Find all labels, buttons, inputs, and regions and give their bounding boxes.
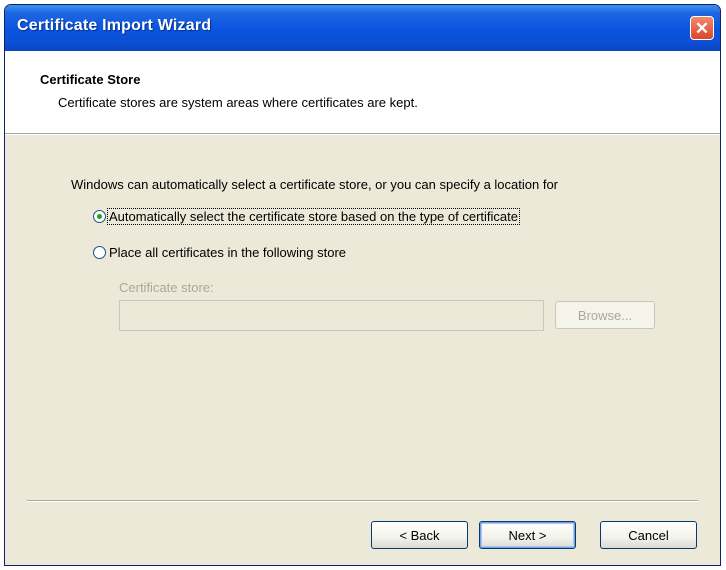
wizard-header: Certificate Store Certificate stores are… <box>5 51 720 133</box>
browse-button: Browse... <box>555 301 655 329</box>
place-in-store-option[interactable]: Place all certificates in the following … <box>93 245 347 260</box>
auto-select-radio[interactable] <box>93 210 106 223</box>
header-separator <box>5 133 720 135</box>
close-icon[interactable]: ✕ <box>690 16 714 40</box>
next-button[interactable]: Next > <box>479 521 576 549</box>
back-button[interactable]: < Back <box>371 521 468 549</box>
header-title: Certificate Store <box>40 72 141 87</box>
cancel-button[interactable]: Cancel <box>600 521 697 549</box>
footer-separator <box>27 500 698 502</box>
certificate-store-label: Certificate store: <box>119 280 214 295</box>
certificate-import-wizard-dialog: Certificate Import Wizard ✕ Certificate … <box>4 4 721 566</box>
place-in-store-label[interactable]: Place all certificates in the following … <box>108 245 347 260</box>
auto-select-label[interactable]: Automatically select the certificate sto… <box>107 208 520 225</box>
window-title: Certificate Import Wizard <box>17 17 212 34</box>
title-bar[interactable]: Certificate Import Wizard ✕ <box>5 5 720 51</box>
intro-text: Windows can automatically select a certi… <box>71 177 558 192</box>
header-description: Certificate stores are system areas wher… <box>58 95 418 110</box>
certificate-store-field <box>119 300 544 331</box>
place-in-store-radio[interactable] <box>93 246 106 259</box>
auto-select-option[interactable]: Automatically select the certificate sto… <box>93 208 520 225</box>
